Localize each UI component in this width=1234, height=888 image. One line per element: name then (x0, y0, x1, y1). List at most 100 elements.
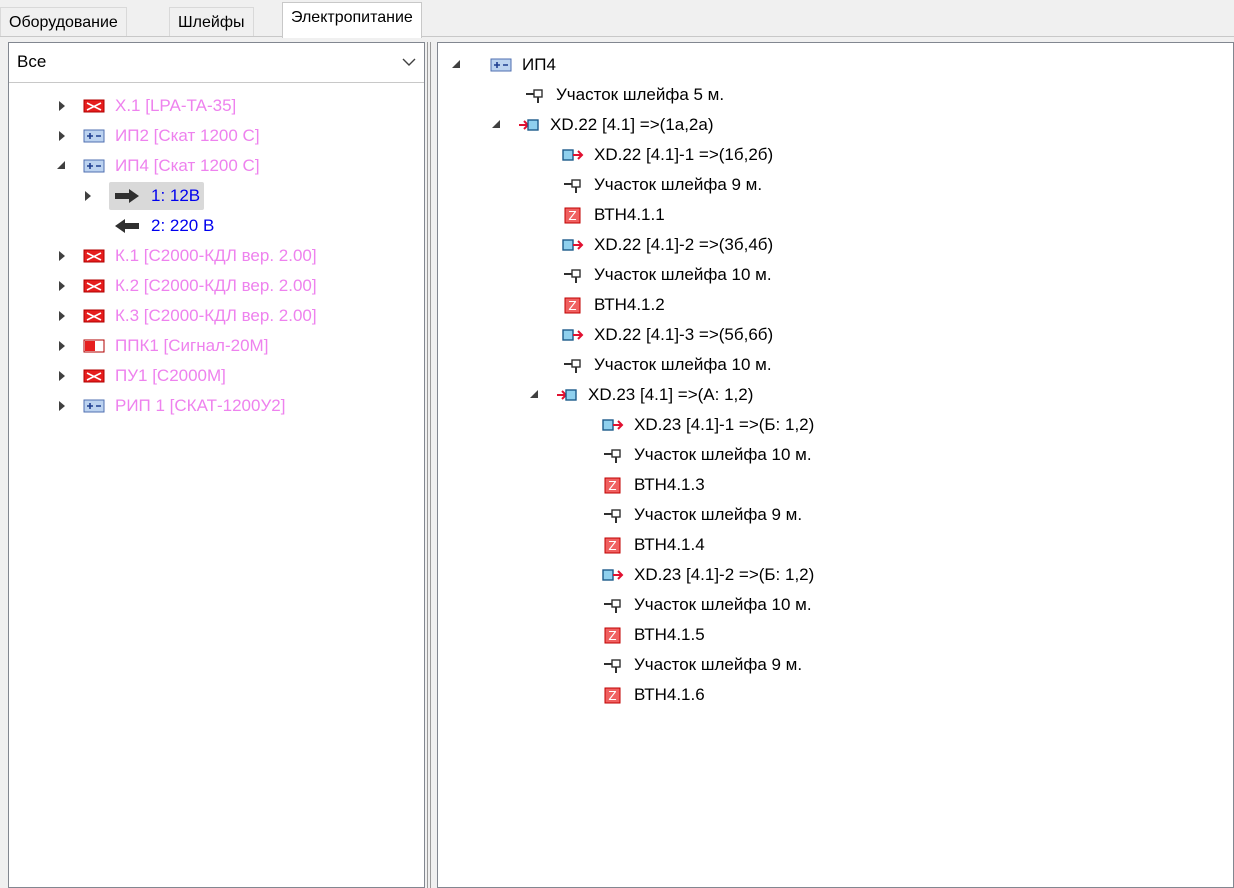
sensor-z-icon: Z (604, 537, 621, 554)
tree-item-k2[interactable]: К.2 [С2000-КДЛ вер. 2.00] (55, 271, 317, 301)
svg-text:Z: Z (608, 479, 616, 493)
selected-item[interactable]: 1: 12В (109, 182, 205, 210)
tree-item-label: ВТН4.1.3 (634, 475, 705, 494)
expand-arrow-icon[interactable] (55, 399, 69, 413)
sensor-z-icon: Z (604, 687, 621, 704)
tree-item-label: ВТН4.1.4 (634, 535, 705, 554)
tree-item-sensor[interactable]: Z ВТН4.1.3 (602, 470, 705, 500)
tab-bar: Оборудование Шлейфы Электропитание (0, 0, 1234, 38)
tree-item-cable-segment[interactable]: Участок шлейфа 10 м. (562, 260, 772, 290)
arrow-left-icon (115, 219, 139, 233)
tree-item-sensor[interactable]: Z ВТН4.1.6 (602, 680, 705, 710)
chevron-down-icon (402, 58, 416, 66)
collapse-arrow-icon[interactable] (55, 159, 69, 173)
device-red-icon (83, 99, 105, 113)
filter-value: Все (17, 52, 47, 71)
tree-item-label: ППК1 [Сигнал-20М] (115, 336, 269, 355)
svg-text:Z: Z (568, 209, 576, 223)
tree-item-terminal-xd23[interactable]: XD.23 [4.1] =>(А: 1,2) (528, 380, 753, 410)
tree-item-ip2[interactable]: ИП2 [Скат 1200 С] (55, 121, 260, 151)
power-supply-icon (83, 129, 105, 143)
collapse-arrow-icon[interactable] (528, 388, 542, 402)
tree-item-root-ip4[interactable]: ИП4 (450, 50, 556, 80)
expand-arrow-icon[interactable] (55, 339, 69, 353)
tree-item-cable-segment[interactable]: Участок шлейфа 10 м. (562, 350, 772, 380)
tree-item-label: РИП 1 [СКАТ-1200У2] (115, 396, 286, 415)
arrow-right-icon (115, 189, 139, 203)
cable-segment-icon (604, 449, 621, 463)
tree-item-label: Участок шлейфа 10 м. (634, 595, 812, 614)
terminal-out-icon (602, 569, 624, 581)
filter-combobox[interactable]: Все (9, 43, 424, 83)
tree-item-k3[interactable]: К.3 [С2000-КДЛ вер. 2.00] (55, 301, 317, 331)
terminal-out-icon (562, 149, 584, 161)
cable-segment-icon (604, 659, 621, 673)
expand-arrow-icon[interactable] (55, 129, 69, 143)
tree-item-output-12v[interactable]: 1: 12В (81, 181, 205, 211)
tree-item-label: Участок шлейфа 10 м. (594, 265, 772, 284)
expand-arrow-icon[interactable] (55, 99, 69, 113)
device-red-icon (83, 369, 105, 383)
tree-item-sensor[interactable]: Z ВТН4.1.1 (562, 200, 665, 230)
tree-item-terminal-xd23-2[interactable]: XD.23 [4.1]-2 =>(Б: 1,2) (602, 560, 814, 590)
panel-splitter[interactable] (427, 42, 431, 888)
svg-text:Z: Z (608, 539, 616, 553)
tree-item-pu1[interactable]: ПУ1 [С2000М] (55, 361, 226, 391)
tab-power[interactable]: Электропитание (282, 2, 422, 38)
tree-item-label: XD.23 [4.1]-1 =>(Б: 1,2) (634, 415, 815, 434)
expand-arrow-icon[interactable] (55, 369, 69, 383)
power-supply-icon (490, 58, 512, 72)
cable-segment-icon (564, 359, 581, 373)
tab-equipment[interactable]: Оборудование (0, 7, 127, 36)
tree-item-terminal-xd22[interactable]: XD.22 [4.1] =>(1а,2а) (490, 110, 714, 140)
tab-loops[interactable]: Шлейфы (169, 7, 254, 36)
device-red-icon (83, 309, 105, 323)
tree-item-terminal-xd22-3[interactable]: XD.22 [4.1]-3 =>(5б,6б) (562, 320, 773, 350)
tree-item-cable-segment[interactable]: Участок шлейфа 9 м. (602, 650, 802, 680)
tree-item-label: 1: 12В (151, 186, 201, 205)
tree-item-ppk1[interactable]: ППК1 [Сигнал-20М] (55, 331, 268, 361)
tree-item-k1[interactable]: К.1 [С2000-КДЛ вер. 2.00] (55, 241, 317, 271)
equipment-tree-panel: Все X.1 [LPA-TA-35] ИП2 [Скат 1200 С] ИП… (8, 42, 425, 888)
tree-item-terminal-xd22-1[interactable]: XD.22 [4.1]-1 =>(1б,2б) (562, 140, 773, 170)
device-red-icon (83, 249, 105, 263)
expand-arrow-icon[interactable] (81, 189, 95, 203)
tree-item-label: ПУ1 [С2000М] (115, 366, 226, 385)
tree-item-label: Участок шлейфа 9 м. (634, 505, 803, 524)
tree-item-sensor[interactable]: Z ВТН4.1.2 (562, 290, 665, 320)
tree-item-cable-segment[interactable]: Участок шлейфа 10 м. (602, 440, 812, 470)
tree-item-label: XD.23 [4.1] =>(А: 1,2) (588, 385, 754, 404)
tree-item-label: XD.22 [4.1] =>(1а,2а) (550, 115, 714, 134)
cable-segment-icon (526, 89, 543, 103)
terminal-out-icon (562, 239, 584, 251)
svg-text:Z: Z (608, 689, 616, 703)
terminal-out-icon (562, 329, 584, 341)
cable-segment-icon (564, 179, 581, 193)
power-supply-icon (83, 399, 105, 413)
tree-item-label: К.1 [С2000-КДЛ вер. 2.00] (115, 246, 317, 265)
svg-text:Z: Z (608, 629, 616, 643)
tree-item-label: Участок шлейфа 10 м. (594, 355, 772, 374)
tree-item-sensor[interactable]: Z ВТН4.1.4 (602, 530, 705, 560)
sensor-z-icon: Z (564, 207, 581, 224)
tree-item-label: ВТН4.1.1 (594, 205, 665, 224)
tree-item-cable-segment[interactable]: Участок шлейфа 9 м. (562, 170, 762, 200)
tree-item-cable-segment[interactable]: Участок шлейфа 9 м. (602, 500, 802, 530)
tree-item-rip1[interactable]: РИП 1 [СКАТ-1200У2] (55, 391, 285, 421)
tree-item-x1[interactable]: X.1 [LPA-TA-35] (55, 91, 236, 121)
tree-item-terminal-xd23-1[interactable]: XD.23 [4.1]-1 =>(Б: 1,2) (602, 410, 814, 440)
expand-arrow-icon[interactable] (55, 309, 69, 323)
sensor-z-icon: Z (604, 627, 621, 644)
tree-item-label: X.1 [LPA-TA-35] (115, 96, 237, 115)
expand-arrow-icon[interactable] (55, 279, 69, 293)
terminal-out-icon (602, 419, 624, 431)
tree-item-terminal-xd22-2[interactable]: XD.22 [4.1]-2 =>(3б,4б) (562, 230, 773, 260)
tree-item-ip4[interactable]: ИП4 [Скат 1200 С] (55, 151, 260, 181)
collapse-arrow-icon[interactable] (490, 118, 504, 132)
tree-item-cable-segment[interactable]: Участок шлейфа 10 м. (602, 590, 812, 620)
expand-arrow-icon[interactable] (55, 249, 69, 263)
tree-item-cable-segment[interactable]: Участок шлейфа 5 м. (524, 80, 724, 110)
collapse-arrow-icon[interactable] (450, 58, 464, 72)
tree-item-input-220v[interactable]: 2: 220 В (113, 211, 214, 241)
tree-item-sensor[interactable]: Z ВТН4.1.5 (602, 620, 705, 650)
